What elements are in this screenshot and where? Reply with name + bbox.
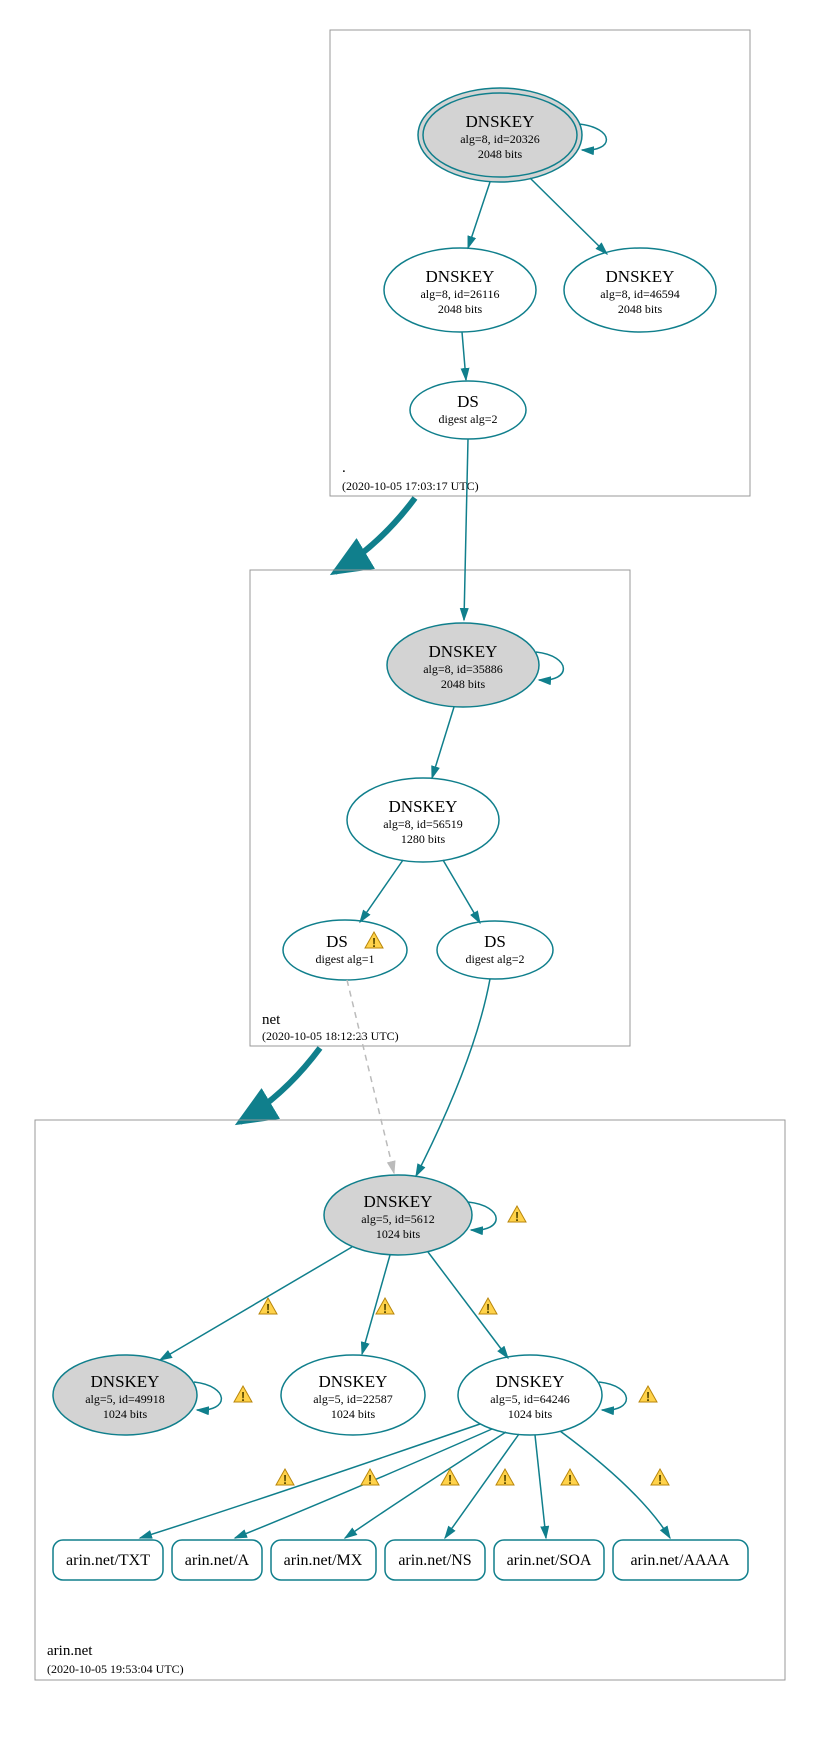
warning-icon [496,1469,514,1487]
svg-text:digest alg=2: digest alg=2 [438,412,497,426]
svg-text:1024 bits: 1024 bits [376,1227,421,1241]
rr-aaaa: arin.net/AAAA [613,1540,748,1580]
svg-text:DNSKEY: DNSKEY [91,1372,160,1391]
svg-text:alg=5, id=22587: alg=5, id=22587 [313,1392,393,1406]
svg-text:DS: DS [484,932,506,951]
warning-icon [361,1469,379,1487]
edge-net-zsk-ds1 [360,860,403,922]
svg-text:alg=8, id=56519: alg=8, id=56519 [383,817,463,831]
zone-root-date: (2020-10-05 17:03:17 UTC) [342,479,479,493]
svg-text:alg=5, id=64246: alg=5, id=64246 [490,1392,570,1406]
svg-text:alg=8, id=26116: alg=8, id=26116 [420,287,499,301]
edge-net-to-arin [240,1048,320,1122]
node-arin-ksk: DNSKEY alg=5, id=5612 1024 bits [324,1175,472,1255]
node-root-dnskey3: DNSKEY alg=8, id=46594 2048 bits [564,248,716,332]
edge-arinksk-49918 [160,1247,352,1360]
warning-icon [508,1206,526,1224]
edge-root-ksk-dnskey3 [530,178,607,254]
zone-net: net (2020-10-05 18:12:23 UTC) DNSKEY alg… [250,439,630,1046]
svg-text:DNSKEY: DNSKEY [426,267,495,286]
svg-text:digest alg=2: digest alg=2 [465,952,524,966]
node-root-ds: DS digest alg=2 [410,381,526,439]
svg-text:arin.net/AAAA: arin.net/AAAA [630,1552,730,1569]
edge-zsk-soa [535,1435,546,1538]
svg-text:1024 bits: 1024 bits [103,1407,148,1421]
svg-text:2048 bits: 2048 bits [438,302,483,316]
zone-net-date: (2020-10-05 18:12:23 UTC) [262,1029,399,1043]
svg-text:1024 bits: 1024 bits [331,1407,376,1421]
zone-net-name: net [262,1012,281,1028]
edge-root-zsk-ds [462,332,466,380]
rr-soa: arin.net/SOA [494,1540,604,1580]
edge-ds1-arinksk [347,980,394,1173]
warning-icon [276,1469,294,1487]
svg-text:DS: DS [326,932,348,951]
svg-text:alg=5, id=5612: alg=5, id=5612 [361,1212,435,1226]
svg-text:arin.net/NS: arin.net/NS [398,1552,471,1569]
warning-icon [376,1298,394,1316]
zone-root-name: . [342,460,346,476]
svg-text:arin.net/SOA: arin.net/SOA [507,1552,592,1569]
warning-icon [234,1386,252,1404]
svg-text:arin.net/A: arin.net/A [185,1552,250,1569]
node-net-ds1: DS digest alg=1 [283,920,407,980]
edge-net-zsk-ds2 [443,860,480,923]
zone-arin-date: (2020-10-05 19:53:04 UTC) [47,1662,184,1676]
node-net-ds2: DS digest alg=2 [437,921,553,979]
node-root-ksk: DNSKEY alg=8, id=20326 2048 bits [418,88,582,182]
svg-text:alg=8, id=20326: alg=8, id=20326 [460,132,540,146]
svg-text:alg=8, id=35886: alg=8, id=35886 [423,662,503,676]
warning-icon [479,1298,497,1316]
edge-arin-zsk-self [599,1382,626,1410]
node-arin-dnskey-49918: DNSKEY alg=5, id=49918 1024 bits [53,1355,197,1435]
svg-text:2048 bits: 2048 bits [441,677,486,691]
svg-text:alg=5, id=49918: alg=5, id=49918 [85,1392,165,1406]
rr-ns: arin.net/NS [385,1540,485,1580]
svg-text:DNSKEY: DNSKEY [496,1372,565,1391]
svg-text:1024 bits: 1024 bits [508,1407,553,1421]
svg-text:DNSKEY: DNSKEY [606,267,675,286]
node-net-zsk: DNSKEY alg=8, id=56519 1280 bits [347,778,499,862]
svg-text:2048 bits: 2048 bits [478,147,523,161]
edge-ds2-arinksk [416,979,490,1176]
warning-icon [639,1386,657,1404]
edge-net-ksk-zsk [432,707,454,778]
edge-rootds-netksk [464,439,468,620]
svg-text:DNSKEY: DNSKEY [429,642,498,661]
warning-icon [561,1469,579,1487]
svg-text:digest alg=1: digest alg=1 [315,952,374,966]
edge-zsk-ns [445,1434,519,1538]
edge-root-to-net [335,498,415,572]
rr-a: arin.net/A [172,1540,262,1580]
svg-text:arin.net/MX: arin.net/MX [284,1552,363,1569]
edge-root-ksk-zsk [468,182,490,248]
svg-text:DNSKEY: DNSKEY [364,1192,433,1211]
svg-text:arin.net/TXT: arin.net/TXT [66,1552,150,1569]
zone-arin-name: arin.net [47,1643,93,1659]
edge-arin-49918-self [194,1382,221,1410]
zone-root: . (2020-10-05 17:03:17 UTC) DNSKEY alg=8… [330,30,750,496]
edge-root-ksk-self [579,124,606,150]
warning-icon [651,1469,669,1487]
dnssec-diagram: ! . (2020-10-05 17:03:17 UTC) DNSKEY alg… [0,0,819,1742]
node-arin-dnskey-22587: DNSKEY alg=5, id=22587 1024 bits [281,1355,425,1435]
svg-text:DNSKEY: DNSKEY [466,112,535,131]
edge-arinksk-zsk [428,1252,508,1358]
rr-mx: arin.net/MX [271,1540,376,1580]
node-root-zsk: DNSKEY alg=8, id=26116 2048 bits [384,248,536,332]
svg-text:DNSKEY: DNSKEY [319,1372,388,1391]
svg-text:DNSKEY: DNSKEY [389,797,458,816]
rr-txt: arin.net/TXT [53,1540,163,1580]
svg-text:2048 bits: 2048 bits [618,302,663,316]
zone-arin: arin.net (2020-10-05 19:53:04 UTC) DNSKE… [35,979,785,1680]
svg-text:DS: DS [457,392,479,411]
node-net-ksk: DNSKEY alg=8, id=35886 2048 bits [387,623,539,707]
edge-net-ksk-self [536,652,563,680]
svg-text:1280 bits: 1280 bits [401,832,446,846]
svg-text:alg=8, id=46594: alg=8, id=46594 [600,287,680,301]
node-arin-zsk: DNSKEY alg=5, id=64246 1024 bits [458,1355,602,1435]
